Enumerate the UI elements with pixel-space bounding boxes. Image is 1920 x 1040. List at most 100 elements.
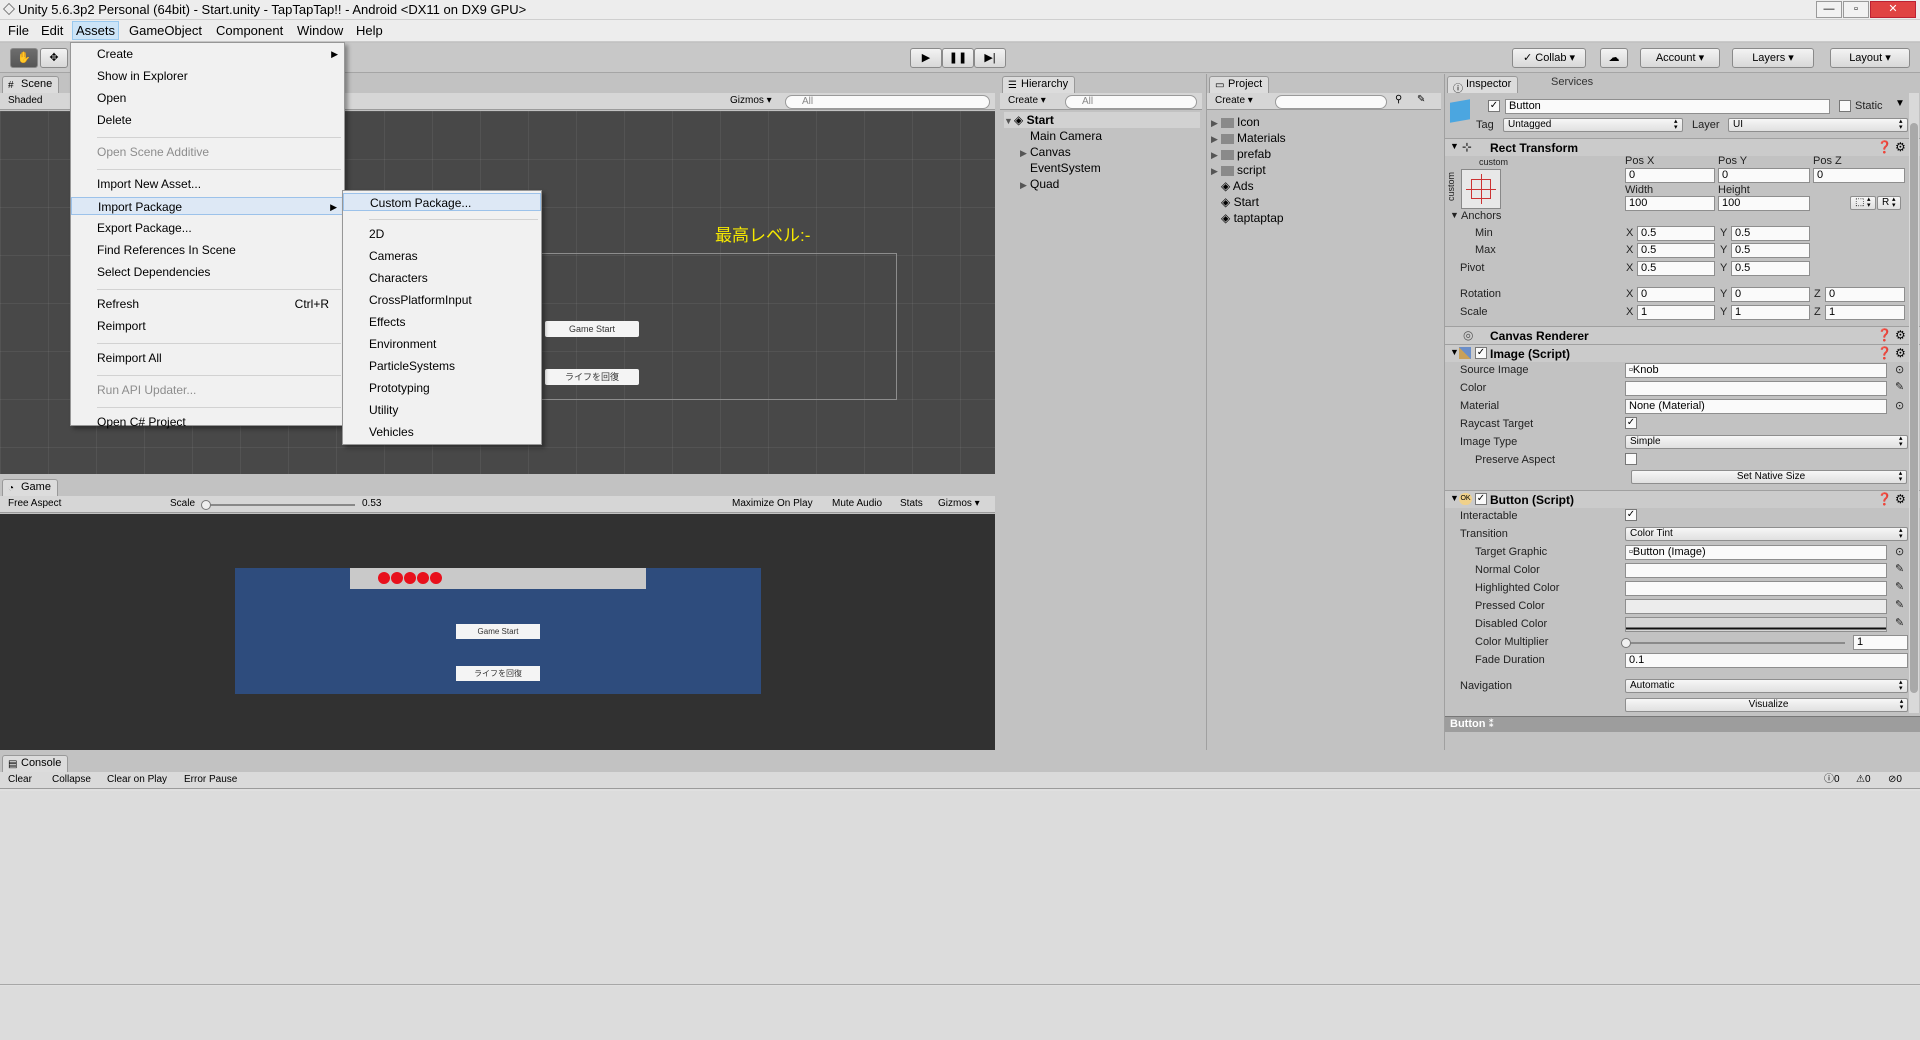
stats-toggle[interactable]: Stats bbox=[896, 498, 927, 511]
menu-item-environment[interactable]: Environment bbox=[343, 335, 541, 353]
visualize-button[interactable]: Visualize bbox=[1625, 698, 1908, 712]
help-icon[interactable]: ❓ bbox=[1877, 140, 1892, 154]
pressed-color-swatch[interactable] bbox=[1625, 599, 1887, 614]
fade-duration-field[interactable]: 0.1 bbox=[1625, 653, 1908, 668]
hierarchy-create-button[interactable]: Create ▾ bbox=[1004, 95, 1050, 108]
eyedropper-icon[interactable]: ✎ bbox=[1895, 562, 1904, 575]
console-warning-count-toggle[interactable]: ⚠0 bbox=[1852, 774, 1875, 787]
target-graphic-field[interactable]: ▫Button (Image) bbox=[1625, 545, 1887, 560]
color-multiplier-field[interactable]: 1 bbox=[1853, 635, 1908, 650]
game-gizmos-dropdown[interactable]: Gizmos ▾ bbox=[934, 498, 984, 511]
account-dropdown[interactable]: Account ▾ bbox=[1640, 48, 1720, 68]
source-image-field[interactable]: ▫Knob bbox=[1625, 363, 1887, 378]
filter-label-icon[interactable]: ✎ bbox=[1417, 94, 1425, 105]
hierarchy-item-quad[interactable]: ▶ Quad bbox=[1004, 176, 1200, 192]
rotation-y-field[interactable]: 0 bbox=[1731, 287, 1810, 302]
tab-scene[interactable]: # Scene bbox=[2, 76, 60, 93]
menu-item-effects[interactable]: Effects bbox=[343, 313, 541, 331]
help-icon[interactable]: ❓ bbox=[1877, 346, 1892, 360]
normal-color-swatch[interactable] bbox=[1625, 563, 1887, 578]
anchor-min-y-field[interactable]: 0.5 bbox=[1731, 226, 1810, 241]
menu-item-characters[interactable]: Characters bbox=[343, 269, 541, 287]
close-button[interactable]: ✕ bbox=[1870, 1, 1916, 18]
project-item-script[interactable]: ▶ script bbox=[1211, 162, 1439, 178]
expand-arrow-icon[interactable]: ▼ bbox=[1450, 493, 1459, 503]
menu-item-export-package[interactable]: Export Package... bbox=[71, 219, 344, 237]
menu-item-import-package[interactable]: Import Package ▶ bbox=[71, 197, 344, 215]
minimize-button[interactable]: — bbox=[1816, 1, 1842, 18]
scene-gizmos-dropdown[interactable]: Gizmos ▾ bbox=[726, 95, 776, 108]
anchor-presets-button[interactable] bbox=[1461, 169, 1501, 209]
hierarchy-item-canvas[interactable]: ▶ Canvas bbox=[1004, 144, 1200, 160]
eyedropper-icon[interactable]: ✎ bbox=[1895, 580, 1904, 593]
anchor-min-x-field[interactable]: 0.5 bbox=[1637, 226, 1715, 241]
tab-project[interactable]: ▭ Project bbox=[1209, 76, 1270, 93]
navigation-dropdown[interactable]: Automatic bbox=[1625, 679, 1908, 693]
menu-item-import-new-asset[interactable]: Import New Asset... bbox=[71, 175, 344, 193]
menu-item-refresh[interactable]: Refresh Ctrl+R bbox=[71, 295, 344, 313]
menu-item-cameras[interactable]: Cameras bbox=[343, 247, 541, 265]
button-enabled-checkbox[interactable]: ✓ bbox=[1475, 493, 1487, 505]
anchor-max-y-field[interactable]: 0.5 bbox=[1731, 243, 1810, 258]
maximize-on-play-toggle[interactable]: Maximize On Play bbox=[728, 498, 817, 511]
layout-dropdown[interactable]: Layout ▾ bbox=[1830, 48, 1910, 68]
move-tool-button[interactable]: ✥ bbox=[40, 48, 68, 68]
hand-tool-button[interactable]: ✋ bbox=[10, 48, 38, 68]
collapse-arrow-icon[interactable]: ▶ bbox=[1020, 177, 1030, 193]
help-icon[interactable]: ❓ bbox=[1877, 492, 1892, 506]
scene-game-start-button[interactable]: Game Start bbox=[545, 321, 639, 337]
raycast-target-checkbox[interactable]: ✓ bbox=[1625, 417, 1637, 429]
blueprint-mode-button[interactable]: ⬚ bbox=[1850, 196, 1876, 210]
posx-field[interactable]: 0 bbox=[1625, 168, 1715, 183]
eyedropper-icon[interactable]: ✎ bbox=[1895, 598, 1904, 611]
maximize-button[interactable]: ▫ bbox=[1843, 1, 1869, 18]
tab-inspector[interactable]: ⓘ Inspector bbox=[1447, 76, 1519, 95]
mute-audio-toggle[interactable]: Mute Audio bbox=[828, 498, 886, 511]
static-checkbox[interactable] bbox=[1839, 100, 1851, 112]
expand-arrow-icon[interactable]: ▼ bbox=[1450, 141, 1459, 151]
project-item-ads[interactable]: ◈ Ads bbox=[1211, 178, 1439, 194]
menu-item-utility[interactable]: Utility bbox=[343, 401, 541, 419]
menu-item-particlesystems[interactable]: ParticleSystems bbox=[343, 357, 541, 375]
scene-root[interactable]: ▼◈ Start bbox=[1004, 112, 1200, 128]
collapse-arrow-icon[interactable]: ▶ bbox=[1211, 147, 1221, 163]
hierarchy-item-eventsystem[interactable]: EventSystem bbox=[1004, 160, 1200, 176]
object-picker-icon[interactable]: ⊙ bbox=[1895, 399, 1904, 412]
scale-y-field[interactable]: 1 bbox=[1731, 305, 1810, 320]
menu-edit[interactable]: Edit bbox=[38, 23, 66, 38]
menu-item-find-references-in-scene[interactable]: Find References In Scene bbox=[71, 241, 344, 259]
color-multiplier-slider[interactable] bbox=[1621, 638, 1845, 648]
menu-item-select-dependencies[interactable]: Select Dependencies bbox=[71, 263, 344, 281]
collapse-arrow-icon[interactable]: ▶ bbox=[1211, 131, 1221, 147]
collapse-arrow-icon[interactable]: ▶ bbox=[1211, 115, 1221, 131]
set-native-size-button[interactable]: Set Native Size bbox=[1631, 470, 1907, 484]
project-item-materials[interactable]: ▶ Materials bbox=[1211, 130, 1439, 146]
menu-item-create[interactable]: Create ▶ bbox=[71, 45, 344, 63]
canvas-renderer-header[interactable]: ◎ Canvas Renderer ❓ ⚙ bbox=[1445, 326, 1920, 344]
tag-dropdown[interactable]: Untagged bbox=[1503, 118, 1683, 132]
scale-slider[interactable] bbox=[201, 500, 355, 510]
gear-icon[interactable]: ⚙ bbox=[1895, 346, 1906, 360]
hierarchy-search-input[interactable]: All bbox=[1065, 95, 1197, 109]
active-checkbox[interactable]: ✓ bbox=[1488, 100, 1500, 112]
pivot-y-field[interactable]: 0.5 bbox=[1731, 261, 1810, 276]
menu-item-open[interactable]: Open bbox=[71, 89, 344, 107]
play-button[interactable]: ▶ bbox=[910, 48, 942, 68]
game-life-button[interactable]: ライフを回復 bbox=[456, 666, 540, 681]
scene-life-button[interactable]: ライフを回復 bbox=[545, 369, 639, 385]
object-picker-icon[interactable]: ⊙ bbox=[1895, 545, 1904, 558]
image-enabled-checkbox[interactable]: ✓ bbox=[1475, 347, 1487, 359]
gear-icon[interactable]: ⚙ bbox=[1895, 492, 1906, 506]
button-component-header[interactable]: ▼ OK ✓ Button (Script) ❓ ⚙ bbox=[1445, 490, 1920, 508]
disabled-color-swatch[interactable] bbox=[1625, 617, 1887, 632]
color-swatch[interactable] bbox=[1625, 381, 1887, 396]
project-item-icon[interactable]: ▶ Icon bbox=[1211, 114, 1439, 130]
project-item-taptaptap[interactable]: ◈ taptaptap bbox=[1211, 210, 1439, 226]
console-collapse-button[interactable]: Collapse bbox=[48, 774, 95, 787]
preserve-aspect-checkbox[interactable] bbox=[1625, 453, 1637, 465]
raw-edit-button[interactable]: R bbox=[1877, 196, 1901, 210]
tab-game[interactable]: ◔ Game bbox=[2, 479, 58, 496]
layers-dropdown[interactable]: Layers ▾ bbox=[1732, 48, 1814, 68]
menu-help[interactable]: Help bbox=[353, 23, 386, 38]
tab-hierarchy[interactable]: ☰ Hierarchy bbox=[1002, 76, 1076, 93]
